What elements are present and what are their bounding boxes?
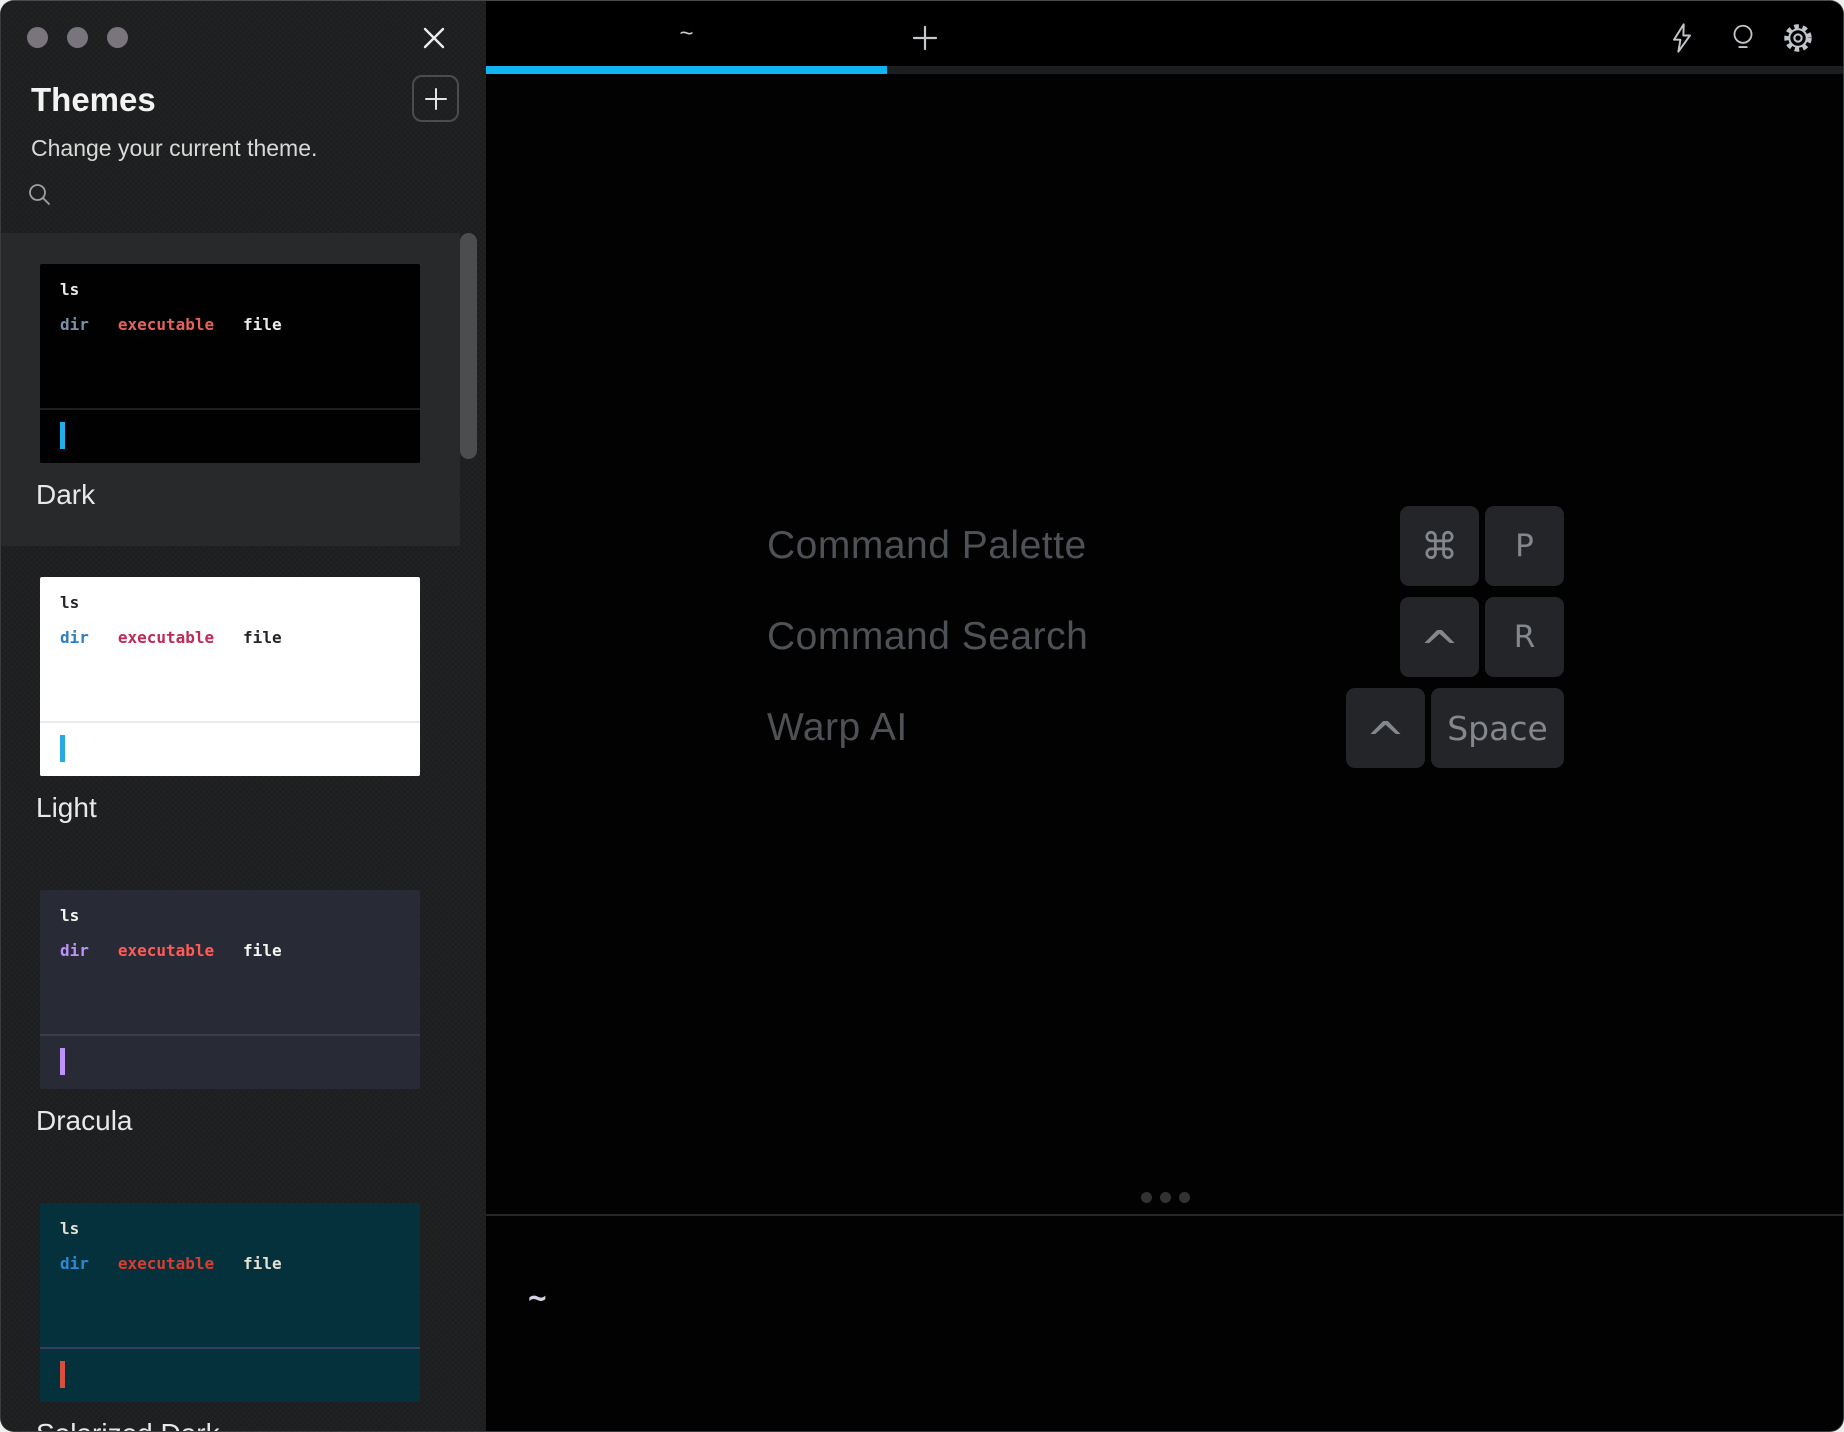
preview-cmd: ls (60, 593, 80, 612)
settings-button[interactable] (1780, 20, 1816, 56)
gear-icon (1781, 21, 1815, 55)
cmd-key: ⌘ (1400, 506, 1479, 586)
shortcut-hints: Command Palette ⌘ P Command Search ^ R W… (767, 506, 1564, 779)
preview-token-file: file (243, 628, 282, 647)
shortcut-keys: ⌘ P (1400, 506, 1564, 586)
quick-actions-button[interactable] (1664, 20, 1700, 56)
r-key: R (1485, 597, 1564, 677)
theme-name-label: Dracula (36, 1105, 133, 1136)
new-tab-button[interactable] (906, 19, 944, 57)
add-theme-button[interactable] (412, 75, 459, 122)
preview-token-file: file (243, 315, 282, 334)
theme-item-solarized-dark[interactable]: ls dir executable file Solarized Dark (1, 1172, 460, 1431)
shortcut-row-command-search: Command Search ^ R (767, 597, 1564, 677)
warp-window: ~ Command Palette ⌘ P Command Search ^ R… (0, 0, 1844, 1432)
traffic-light-maximize[interactable] (107, 27, 128, 48)
plus-icon (910, 23, 940, 53)
preview-cmd: ls (60, 1219, 80, 1238)
shortcut-row-warp-ai: Warp AI ^ Space (767, 688, 1564, 768)
traffic-light-minimize[interactable] (67, 27, 88, 48)
preview-token-file: file (243, 1254, 282, 1273)
preview-cursor (60, 735, 65, 762)
theme-item-dracula[interactable]: ls dir executable file Dracula (1, 859, 460, 1172)
preview-token-dir: dir (60, 315, 89, 334)
p-key: P (1485, 506, 1564, 586)
shortcut-row-command-palette: Command Palette ⌘ P (767, 506, 1564, 586)
tips-button[interactable] (1725, 20, 1761, 56)
shortcut-keys: ^ Space (1346, 688, 1564, 768)
prompt-tilde: ~ (528, 1280, 547, 1316)
tab-underline-strip (486, 66, 1843, 74)
preview-input-row (40, 1349, 420, 1402)
preview-cmd: ls (60, 906, 80, 925)
shortcut-keys: ^ R (1400, 597, 1564, 677)
shortcut-label: Command Search (767, 615, 1089, 658)
panel-subtitle: Change your current theme. (31, 135, 318, 161)
preview-token-dir: dir (60, 628, 89, 647)
lightbulb-icon (1727, 22, 1759, 54)
window-controls (27, 27, 128, 48)
sidebar-scrollbar-thumb[interactable] (460, 233, 477, 459)
theme-preview-card: ls dir executable file (40, 890, 420, 1089)
theme-preview-card: ls dir executable file (40, 264, 420, 463)
preview-cursor (60, 1048, 65, 1075)
preview-token-dir: dir (60, 1254, 89, 1273)
preview-input-row (40, 1036, 420, 1089)
theme-search-button[interactable] (27, 182, 53, 208)
theme-preview-card: ls dir executable file (40, 1203, 420, 1402)
panel-title: Themes (31, 81, 156, 118)
tab-title: ~ (679, 19, 694, 47)
close-icon (421, 25, 447, 51)
themes-sidebar: Themes Change your current theme. ls dir… (1, 1, 486, 1431)
ctrl-key: ^ (1346, 688, 1425, 768)
shortcut-label: Command Palette (767, 524, 1087, 567)
theme-name-label: Light (36, 792, 97, 823)
preview-token-dir: dir (60, 941, 89, 960)
block-menu-dots[interactable] (1141, 1192, 1190, 1203)
ctrl-key: ^ (1400, 597, 1479, 677)
preview-token-executable: executable (117, 628, 215, 647)
preview-input-row (40, 723, 420, 776)
theme-item-light[interactable]: ls dir executable file Light (1, 546, 460, 859)
space-key: Space (1431, 688, 1564, 768)
lightning-icon (1666, 22, 1698, 54)
traffic-light-close[interactable] (27, 27, 48, 48)
preview-token-executable: executable (117, 315, 215, 334)
active-tab-indicator (486, 66, 887, 74)
close-panel-button[interactable] (420, 24, 448, 52)
theme-name-label: Solarized Dark (36, 1418, 460, 1431)
plus-icon (422, 85, 450, 113)
preview-cursor (60, 422, 65, 449)
tab-home[interactable]: ~ (486, 1, 887, 66)
preview-input-row (40, 410, 420, 463)
preview-token-executable: executable (117, 941, 215, 960)
preview-cmd: ls (60, 280, 80, 299)
search-icon (27, 182, 53, 208)
preview-cursor (60, 1361, 65, 1388)
preview-token-executable: executable (117, 1254, 215, 1273)
preview-token-file: file (243, 941, 282, 960)
theme-name-label: Dark (36, 479, 96, 510)
theme-item-dark[interactable]: ls dir executable file Dark (1, 233, 460, 546)
theme-preview-card: ls dir executable file (40, 577, 420, 776)
theme-list: ls dir executable file Dark ls dir execu… (1, 233, 460, 1431)
shortcut-label: Warp AI (767, 706, 908, 749)
terminal-input-area[interactable]: ~ (486, 1216, 1843, 1431)
